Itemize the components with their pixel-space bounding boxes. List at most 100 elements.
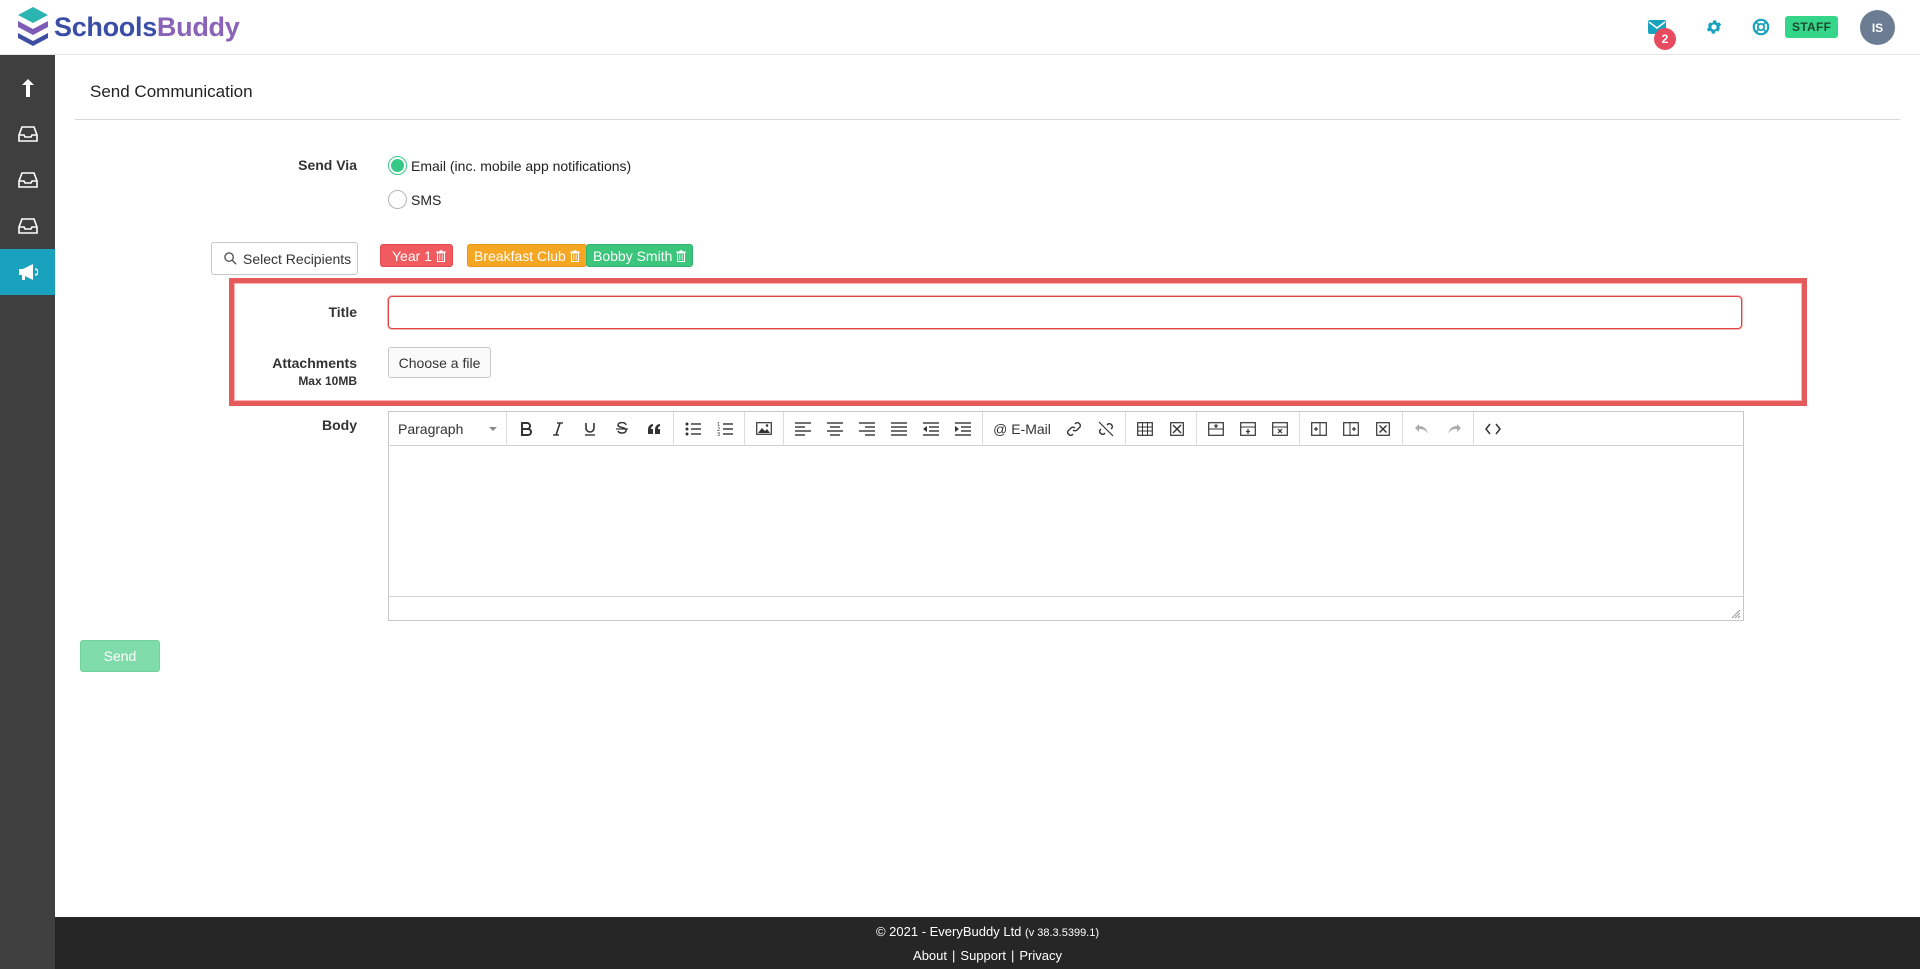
bullet-list-button[interactable]	[677, 412, 709, 446]
source-code-button[interactable]	[1477, 412, 1509, 446]
title-input[interactable]	[388, 296, 1742, 329]
rich-text-editor: Paragraph 123 @ E-Mail	[388, 411, 1744, 621]
logo-icon	[18, 7, 48, 46]
column-insert-left-icon	[1311, 421, 1327, 436]
insert-image-button[interactable]	[748, 412, 780, 446]
search-icon	[224, 252, 237, 265]
column-insert-right-icon	[1343, 421, 1359, 436]
top-header: SchoolsBuddy 2 STAFF IS	[0, 0, 1920, 55]
underline-button[interactable]	[574, 412, 606, 446]
logo-text-schools: Schools	[54, 11, 157, 42]
undo-button[interactable]	[1406, 412, 1438, 446]
resize-handle-icon[interactable]	[1731, 609, 1741, 619]
lifebuoy-icon	[1752, 18, 1770, 36]
insert-row-before-button[interactable]	[1200, 412, 1232, 446]
upload-arrow-icon	[21, 79, 34, 97]
toolbar-group-text	[507, 411, 674, 446]
radio-sms-option[interactable]: SMS	[388, 190, 441, 209]
numbered-list-icon: 123	[717, 422, 733, 436]
align-right-icon	[859, 421, 875, 436]
toolbar-group-media	[745, 411, 784, 446]
trash-icon[interactable]	[569, 249, 580, 262]
bullet-list-icon	[685, 422, 701, 435]
delete-table-button[interactable]	[1161, 412, 1193, 446]
attachments-hint: Max 10MB	[298, 374, 357, 388]
footer-link-privacy[interactable]: Privacy	[1019, 948, 1062, 963]
megaphone-icon	[18, 264, 38, 280]
footer-copyright: © 2021 - EveryBuddy Ltd (v 38.3.5399.1)	[55, 924, 1920, 939]
sidebar-item-communications[interactable]	[0, 249, 55, 295]
sidebar-item-upload[interactable]	[0, 65, 55, 111]
insert-link-button[interactable]	[1058, 412, 1090, 446]
row-insert-below-icon	[1240, 421, 1256, 436]
choose-file-button[interactable]: Choose a file	[388, 347, 491, 378]
underline-icon	[585, 422, 595, 436]
justify-icon	[891, 421, 907, 436]
trash-icon[interactable]	[676, 249, 687, 262]
delete-row-button[interactable]	[1264, 412, 1296, 446]
indent-icon	[955, 421, 971, 436]
paragraph-format-value: Paragraph	[398, 420, 464, 437]
trash-icon[interactable]	[435, 249, 446, 262]
send-button[interactable]: Send	[80, 640, 160, 672]
insert-column-after-button[interactable]	[1335, 412, 1367, 446]
footer-link-support[interactable]: Support	[960, 948, 1006, 963]
editor-status-bar	[389, 596, 1743, 621]
indent-button[interactable]	[947, 412, 979, 446]
avatar[interactable]: IS	[1860, 10, 1895, 45]
align-left-button[interactable]	[787, 412, 819, 446]
strikethrough-button[interactable]	[606, 412, 638, 446]
sidebar-item-inbox-2[interactable]	[0, 157, 55, 203]
outdent-icon	[923, 421, 939, 436]
justify-button[interactable]	[883, 412, 915, 446]
select-recipients-button[interactable]: Select Recipients	[211, 242, 358, 275]
gear-icon	[1706, 20, 1722, 34]
editor-toolbar: Paragraph 123 @ E-Mail	[389, 411, 1743, 446]
unlink-button[interactable]	[1090, 412, 1122, 446]
insert-column-before-button[interactable]	[1303, 412, 1335, 446]
strikethrough-icon	[616, 421, 628, 434]
italic-button[interactable]	[542, 412, 574, 446]
outdent-button[interactable]	[915, 412, 947, 446]
select-recipients-label: Select Recipients	[243, 250, 352, 267]
recipient-tag-label: Bobby Smith	[593, 247, 673, 264]
svg-text:3: 3	[717, 432, 720, 436]
page-title: Send Communication	[90, 82, 253, 101]
settings-button[interactable]	[1700, 13, 1728, 41]
role-badge[interactable]: STAFF	[1785, 16, 1839, 38]
radio-sms[interactable]	[388, 190, 407, 209]
sidebar-item-inbox-1[interactable]	[0, 111, 55, 157]
editor-body-area[interactable]	[389, 446, 1743, 596]
main-content: Send Communication Send Via Email (inc. …	[55, 55, 1920, 917]
title-label: Title	[328, 304, 357, 320]
numbered-list-button[interactable]: 123	[709, 412, 741, 446]
align-right-button[interactable]	[851, 412, 883, 446]
toolbar-group-history	[1403, 411, 1474, 446]
email-link-button[interactable]: @ E-Mail	[986, 412, 1058, 446]
paragraph-format-select[interactable]: Paragraph	[389, 411, 507, 446]
table-icon	[1137, 421, 1153, 436]
footer: © 2021 - EveryBuddy Ltd (v 38.3.5399.1) …	[55, 917, 1920, 969]
insert-table-button[interactable]	[1129, 412, 1161, 446]
insert-row-after-button[interactable]	[1232, 412, 1264, 446]
redo-icon	[1448, 423, 1461, 434]
row-insert-above-icon	[1208, 421, 1224, 436]
align-center-button[interactable]	[819, 412, 851, 446]
radio-email-option[interactable]: Email (inc. mobile app notifications)	[388, 156, 631, 175]
radio-email[interactable]	[388, 156, 407, 175]
radio-email-label: Email (inc. mobile app notifications)	[411, 157, 632, 174]
italic-icon	[553, 421, 563, 436]
sidebar-item-inbox-3[interactable]	[0, 203, 55, 249]
help-button[interactable]	[1747, 13, 1775, 41]
redo-button[interactable]	[1438, 412, 1470, 446]
image-icon	[756, 422, 772, 435]
blockquote-button[interactable]	[638, 412, 670, 446]
footer-link-about[interactable]: About	[913, 948, 947, 963]
bold-button[interactable]	[510, 412, 542, 446]
column-delete-icon	[1376, 421, 1390, 436]
delete-column-button[interactable]	[1367, 412, 1399, 446]
toolbar-group-lists: 123	[674, 411, 745, 446]
toolbar-group-code	[1474, 412, 1512, 446]
inbox-icon	[17, 172, 38, 188]
logo[interactable]: SchoolsBuddy	[14, 5, 240, 49]
